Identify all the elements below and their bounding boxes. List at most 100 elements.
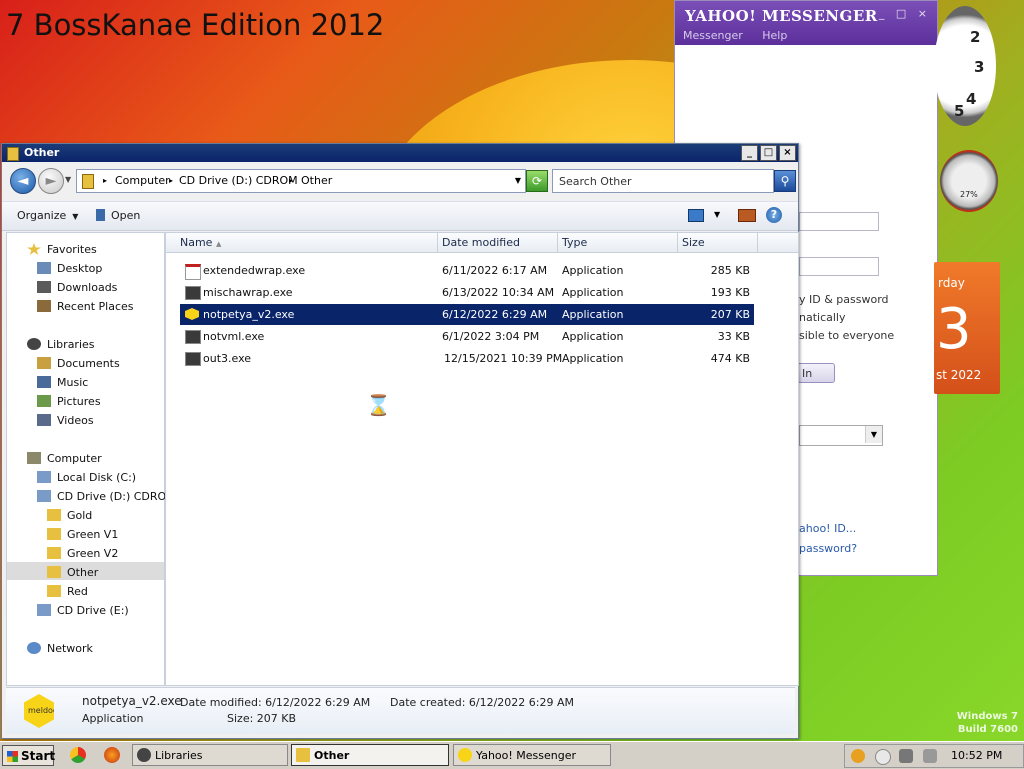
file-size: 193 KB: [710, 286, 750, 299]
explorer-titlebar[interactable]: Other _ □ ×: [2, 144, 798, 162]
explorer-window[interactable]: Other _ □ × ◄ ► ▼ ▸ Computer ▸ CD Drive …: [1, 143, 799, 739]
details-size: Size: 207 KB: [227, 712, 297, 725]
breadcrumb-other[interactable]: Other: [301, 170, 332, 192]
nav-local-disk[interactable]: Local Disk (C:): [37, 469, 136, 487]
nav-folder-green-v1[interactable]: Green V1: [47, 526, 118, 544]
start-button[interactable]: Start: [2, 745, 55, 766]
task-yahoo-messenger[interactable]: Yahoo! Messenger: [453, 744, 611, 766]
column-name[interactable]: Name ▲: [166, 233, 438, 253]
preview-pane-icon[interactable]: [738, 209, 756, 222]
breadcrumb-computer[interactable]: Computer: [115, 170, 170, 192]
nav-folder-green-v2[interactable]: Green V2: [47, 545, 118, 563]
nav-cd-drive-d[interactable]: CD Drive (D:) CDROM: [37, 488, 176, 506]
breadcrumb-cd-drive[interactable]: CD Drive (D:) CDROM: [179, 170, 298, 192]
nav-computer[interactable]: Computer: [27, 450, 102, 468]
views-icon[interactable]: [688, 209, 704, 222]
column-size[interactable]: Size: [678, 233, 758, 253]
task-libraries[interactable]: Libraries: [132, 744, 288, 766]
file-row[interactable]: notvml.exe 6/1/2022 3:04 PM Application …: [180, 326, 754, 347]
yahoo-id-input[interactable]: [799, 212, 879, 231]
cpu-meter-gadget[interactable]: 27%: [940, 150, 998, 212]
back-button[interactable]: ◄: [10, 168, 36, 194]
volume-icon[interactable]: [923, 749, 937, 763]
search-icon[interactable]: ⚲: [774, 170, 796, 192]
help-icon[interactable]: ?: [766, 207, 782, 223]
chrome-icon[interactable]: [70, 747, 86, 763]
busy-cursor-icon: ⌛: [366, 393, 391, 417]
nav-downloads[interactable]: Downloads: [37, 279, 117, 297]
refresh-icon[interactable]: ⟳: [526, 170, 548, 192]
file-name: mischawrap.exe: [203, 286, 293, 299]
calendar-gadget[interactable]: rday 3 st 2022: [934, 262, 1000, 394]
file-row[interactable]: extendedwrap.exe 6/11/2022 6:17 AM Appli…: [180, 260, 754, 281]
forgot-password-link[interactable]: password?: [799, 542, 857, 555]
file-row[interactable]: mischawrap.exe 6/13/2022 10:34 AM Applic…: [180, 282, 754, 303]
invisible-label[interactable]: sible to everyone: [799, 329, 894, 342]
open-button[interactable]: Open: [96, 209, 140, 222]
nav-recent-places[interactable]: Recent Places: [37, 298, 134, 316]
file-list[interactable]: Name ▲ Date modified Type Size extendedw…: [165, 232, 799, 686]
details-pane: meldoc notpetya_v2.exe Application Date …: [6, 687, 795, 734]
messenger-tray-icon[interactable]: [875, 749, 891, 765]
nav-documents[interactable]: Documents: [37, 355, 120, 373]
application-icon: [185, 352, 201, 366]
column-date-modified[interactable]: Date modified: [438, 233, 558, 253]
nav-label: Libraries: [47, 338, 95, 351]
address-dropdown-icon[interactable]: ▼: [515, 170, 521, 192]
navigation-pane[interactable]: Favorites Desktop Downloads Recent Place…: [6, 232, 176, 686]
cd-drive-icon: [37, 490, 51, 502]
breadcrumb-chevron-icon[interactable]: ▸: [169, 170, 173, 192]
clock-gadget[interactable]: 2345: [934, 6, 996, 126]
column-label: Date modified: [442, 236, 520, 249]
file-thumbnail-icon: meldoc: [24, 694, 54, 728]
search-input[interactable]: [553, 170, 761, 192]
views-dropdown-icon[interactable]: ▼: [714, 210, 720, 219]
yahoo-window-buttons[interactable]: _ □ ×: [879, 7, 931, 20]
breadcrumb-chevron-icon[interactable]: ▸: [103, 170, 107, 192]
system-tray: 10:52 PM: [844, 744, 1024, 768]
network-tray-icon[interactable]: [899, 749, 913, 763]
maximize-button[interactable]: □: [760, 145, 777, 161]
forward-button[interactable]: ►: [38, 168, 64, 194]
nav-pictures[interactable]: Pictures: [37, 393, 101, 411]
column-type[interactable]: Type: [558, 233, 678, 253]
taskbar-clock[interactable]: 10:52 PM: [951, 745, 1002, 767]
breadcrumb-chevron-icon[interactable]: ▸: [289, 170, 293, 192]
search-icon[interactable]: [851, 749, 865, 763]
nav-cd-drive-e[interactable]: CD Drive (E:): [37, 602, 129, 620]
column-filler: [758, 233, 798, 253]
search-box[interactable]: [552, 169, 774, 193]
close-button[interactable]: ×: [779, 145, 796, 161]
nav-network[interactable]: Network: [27, 640, 93, 658]
cd-drive-icon: [37, 604, 51, 616]
taskbar: Start Libraries Other Yahoo! Messenger 1…: [0, 741, 1024, 769]
nav-folder-red[interactable]: Red: [47, 583, 88, 601]
history-dropdown-icon[interactable]: ▼: [65, 175, 71, 184]
file-row-selected[interactable]: notpetya_v2.exe 6/12/2022 6:29 AM Applic…: [180, 304, 754, 325]
auto-signin-label[interactable]: natically: [799, 311, 846, 324]
yahoo-password-input[interactable]: [799, 257, 879, 276]
status-dropdown[interactable]: ▼: [799, 425, 883, 446]
organize-button[interactable]: Organize ▼: [17, 209, 78, 222]
address-bar[interactable]: ▸ Computer ▸ CD Drive (D:) CDROM ▸ Other…: [76, 169, 526, 193]
file-date: 6/11/2022 6:17 AM: [442, 264, 548, 277]
nav-videos[interactable]: Videos: [37, 412, 94, 430]
nav-music[interactable]: Music: [37, 374, 88, 392]
file-row[interactable]: out3.exe 12/15/2021 10:39 PM Application…: [180, 348, 754, 369]
nav-libraries[interactable]: Libraries: [27, 336, 95, 354]
menu-messenger[interactable]: Messenger: [683, 29, 743, 42]
sign-in-button[interactable]: In: [797, 363, 835, 383]
minimize-button[interactable]: _: [741, 145, 758, 161]
details-type: Application: [82, 712, 144, 725]
remember-checkbox-label[interactable]: y ID & password: [799, 293, 889, 306]
nav-folder-other[interactable]: Other: [47, 564, 98, 582]
folder-icon: [47, 585, 61, 597]
nav-favorites[interactable]: Favorites: [27, 241, 97, 259]
nav-folder-gold[interactable]: Gold: [47, 507, 92, 525]
menu-help[interactable]: Help: [762, 29, 787, 42]
nav-desktop[interactable]: Desktop: [37, 260, 102, 278]
firefox-icon[interactable]: [104, 747, 120, 763]
task-other[interactable]: Other: [291, 744, 449, 766]
watermark-line2: Build 7600: [957, 724, 1018, 735]
get-yahoo-id-link[interactable]: ahoo! ID...: [799, 522, 856, 535]
